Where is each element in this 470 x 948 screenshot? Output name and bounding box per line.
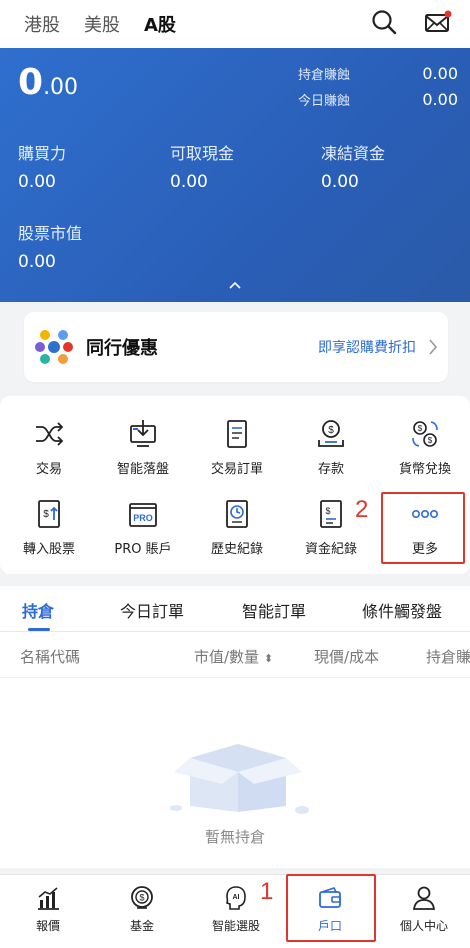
annotation-number-1: 1 xyxy=(260,878,274,905)
tab-smart-orders[interactable]: 智能訂單 xyxy=(242,598,306,622)
svg-text:$: $ xyxy=(428,436,433,445)
svg-text:$: $ xyxy=(139,893,144,903)
column-price-cost: 現價/成本 xyxy=(314,648,380,666)
history-clock-icon xyxy=(226,500,248,528)
svg-text:$: $ xyxy=(418,424,423,433)
positions-column-header: 名稱代碼 市值/數量 ⬍ 現價/成本 持倉賺 xyxy=(0,632,470,678)
today-pl-label: 今日賺蝕 xyxy=(298,94,351,109)
svg-text:AI: AI xyxy=(233,894,240,901)
collapse-chevron-icon[interactable] xyxy=(228,278,242,292)
today-pl-row: 今日賺蝕 0.00 xyxy=(298,90,458,109)
function-trade-orders[interactable]: 交易訂單 xyxy=(190,418,284,477)
market-tab-us[interactable]: 美股 xyxy=(84,11,120,37)
chart-icon xyxy=(38,887,59,910)
mail-icon[interactable] xyxy=(424,8,452,36)
column-market-value[interactable]: 市值/數量 ⬍ xyxy=(194,646,273,667)
promo-title: 同行優惠 xyxy=(86,338,158,359)
column-holding-pl: 持倉賺 xyxy=(426,648,470,666)
person-icon xyxy=(412,886,436,910)
svg-text:PRO: PRO xyxy=(133,513,153,523)
withdrawable-cash: 可取現金 0.00 xyxy=(170,144,235,192)
nav-quotes[interactable]: 報價 xyxy=(8,885,88,934)
market-tab-hk[interactable]: 港股 xyxy=(24,11,60,37)
function-history[interactable]: 歷史紀錄 xyxy=(190,498,284,557)
function-currency-exchange[interactable]: $ $ 貨幣兌換 xyxy=(378,418,470,477)
column-name-code: 名稱代碼 xyxy=(20,648,81,666)
account-summary-card: 0.00 持倉賺蝕 0.00 今日賺蝕 0.00 購買力 0.00 可取現金 0… xyxy=(0,48,470,302)
pro-account-icon: PRO xyxy=(129,503,157,527)
tab-positions[interactable]: 持倉 xyxy=(22,598,54,622)
function-trade[interactable]: 交易 xyxy=(2,418,96,477)
highlight-box-account xyxy=(286,874,376,942)
chevron-right-icon xyxy=(428,338,438,356)
function-transfer-stock[interactable]: $ 轉入股票 xyxy=(2,498,96,557)
today-pl-value: 0.00 xyxy=(422,90,458,109)
currency-exchange-icon: $$ xyxy=(412,421,438,447)
document-list-icon xyxy=(227,420,247,448)
promo-banner[interactable]: 同行優惠 即享認購費折扣 xyxy=(24,312,448,382)
function-deposit[interactable]: $ 存款 xyxy=(284,418,378,477)
frozen-funds: 凍結資金 0.00 xyxy=(321,144,386,192)
highlight-box-more xyxy=(381,492,465,564)
market-tab-bar: 港股 美股 A股 xyxy=(0,0,470,48)
shuffle-icon xyxy=(36,422,64,446)
holding-pl-row: 持倉賺蝕 0.00 xyxy=(298,64,458,83)
monitor-download-icon xyxy=(130,420,156,447)
holding-pl-label: 持倉賺蝕 xyxy=(298,68,351,83)
bottom-navigation: 報價 $ 基金 AI 智能選股 戶口 個人中心 xyxy=(0,874,470,948)
ai-pick-icon: AI xyxy=(225,886,246,910)
empty-positions-state: 暫無持倉 xyxy=(0,678,470,868)
nav-funds[interactable]: $ 基金 xyxy=(102,885,182,934)
tab-conditional-orders[interactable]: 條件觸發盤 xyxy=(362,598,442,622)
nav-personal-center[interactable]: 個人中心 xyxy=(384,885,464,934)
deposit-coin-icon: $ xyxy=(318,420,344,447)
position-tab-bar: 持倉 今日訂單 智能訂單 條件觸發盤 xyxy=(0,586,470,632)
annotation-number-2: 2 xyxy=(355,496,369,523)
fund-icon: $ xyxy=(131,886,153,909)
fund-record-icon: $ xyxy=(320,500,342,528)
market-tab-a-share[interactable]: A股 xyxy=(144,11,176,37)
promo-link[interactable]: 即享認購費折扣 xyxy=(318,337,416,357)
empty-positions-text: 暫無持倉 xyxy=(204,828,265,846)
buying-power: 購買力 0.00 xyxy=(18,144,67,192)
active-tab-underline xyxy=(28,628,50,631)
function-smart-order[interactable]: 智能落盤 xyxy=(96,418,190,477)
empty-box-illustration xyxy=(166,728,310,820)
peer-offer-logo-icon xyxy=(34,327,74,367)
total-assets-value: 0.00 xyxy=(18,62,79,103)
transfer-in-icon: $ xyxy=(38,500,60,528)
function-pro-account[interactable]: PRO PRO 賬戶 xyxy=(96,498,190,557)
stock-market-value: 股票市值 0.00 xyxy=(18,224,83,272)
holding-pl-value: 0.00 xyxy=(422,64,458,83)
svg-text:$: $ xyxy=(43,509,49,520)
svg-text:$: $ xyxy=(325,506,330,516)
tab-today-orders[interactable]: 今日訂單 xyxy=(120,598,184,622)
search-icon[interactable] xyxy=(370,8,398,36)
sort-icon: ⬍ xyxy=(263,652,274,665)
svg-text:$: $ xyxy=(328,425,334,436)
